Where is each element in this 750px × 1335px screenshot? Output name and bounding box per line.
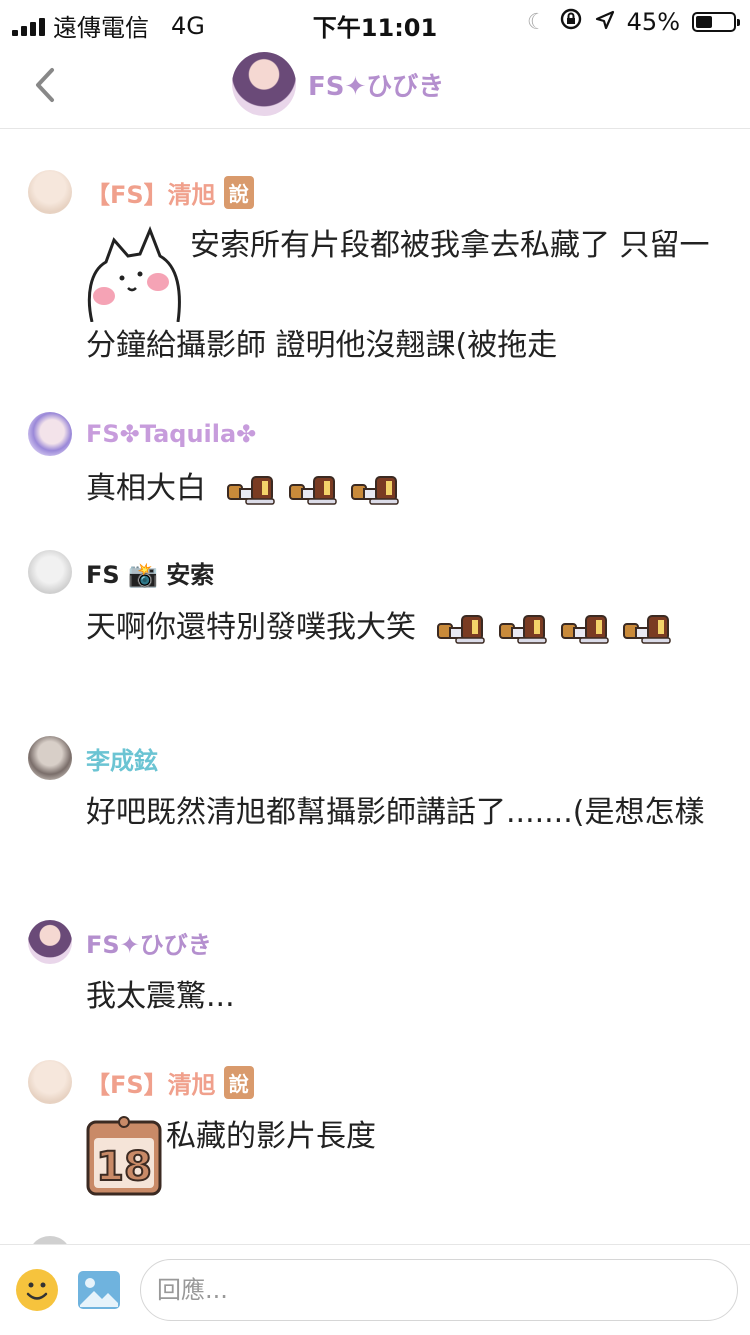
message-text-content: 真相大白 (86, 471, 206, 506)
author-name[interactable]: FS✦ひびき (86, 925, 212, 960)
pixel-emoji-icon (226, 475, 275, 505)
back-button[interactable] (26, 62, 66, 108)
calendar-18-sticker: 18 (86, 1116, 162, 1196)
pixel-emoji-icon (498, 614, 547, 644)
pixel-emoji-icon (436, 614, 485, 644)
pixel-emoji-icon (288, 475, 337, 505)
avatar[interactable] (28, 412, 72, 456)
calendar-number: 18 (96, 1144, 152, 1190)
message-text-content: 天啊你還特別發噗我大笑 (86, 610, 416, 645)
message-text: 真相大白 (86, 466, 710, 512)
author-name[interactable]: 李成鉉 (86, 741, 158, 776)
message-text: 天啊你還特別發噗我大笑 (86, 604, 710, 652)
nav-title[interactable]: FS✦ひびき (232, 52, 444, 116)
author-name[interactable]: FS✤Taquila✤ (86, 420, 256, 448)
smile-icon (26, 1282, 48, 1300)
avatar[interactable] (28, 550, 72, 594)
message-header: FS 📸 安索 (28, 550, 214, 594)
status-right: ☾ 45% (526, 7, 740, 37)
composer-bar: 回應... (0, 1244, 750, 1335)
avatar[interactable] (28, 920, 72, 964)
avatar[interactable] (28, 1060, 72, 1104)
pixel-emoji-icon (350, 475, 399, 505)
rotation-lock-icon (559, 7, 583, 37)
emoji-button[interactable] (16, 1269, 58, 1311)
message-header: FS✦ひびき (28, 920, 212, 964)
chevron-left-icon (36, 68, 54, 102)
image-icon (80, 1278, 118, 1307)
page-title: FS✦ひびき (308, 71, 445, 102)
message-header: 【FS】清旭 說 (28, 1060, 254, 1104)
message-header: FS✤Taquila✤ (28, 412, 256, 456)
avatar (232, 52, 296, 116)
status-badge: 說 (223, 1065, 254, 1099)
message-text: 我太震驚... (86, 979, 235, 1014)
avatar[interactable] (28, 736, 72, 780)
moon-icon: ☾ (526, 9, 547, 35)
message-text: 私藏的影片長度 (166, 1119, 376, 1154)
nav-bar: FS✦ひびき (0, 42, 750, 129)
message-text: 安索所有片段都被我拿去私藏了 只留一分鐘給攝影師 證明他沒翹課(被拖走 (86, 228, 710, 363)
status-bar: 遠傳電信 4G 下午11:01 ☾ 45% (0, 0, 750, 42)
avatar[interactable] (28, 170, 72, 214)
battery-icon (692, 12, 740, 32)
pixel-emoji-icon (622, 614, 671, 644)
message-text: 好吧既然清旭都幫攝影師講話了.......(是想怎樣 (86, 795, 705, 830)
author-name[interactable]: 【FS】清旭 (86, 1065, 216, 1100)
location-icon (595, 8, 615, 36)
reply-input[interactable]: 回應... (140, 1259, 738, 1321)
author-name[interactable]: FS 📸 安索 (86, 555, 214, 590)
image-button[interactable] (78, 1271, 120, 1309)
pixel-emoji-icon (560, 614, 609, 644)
message-header: 李成鉉 (28, 736, 158, 780)
battery-percent: 45% (626, 8, 680, 36)
